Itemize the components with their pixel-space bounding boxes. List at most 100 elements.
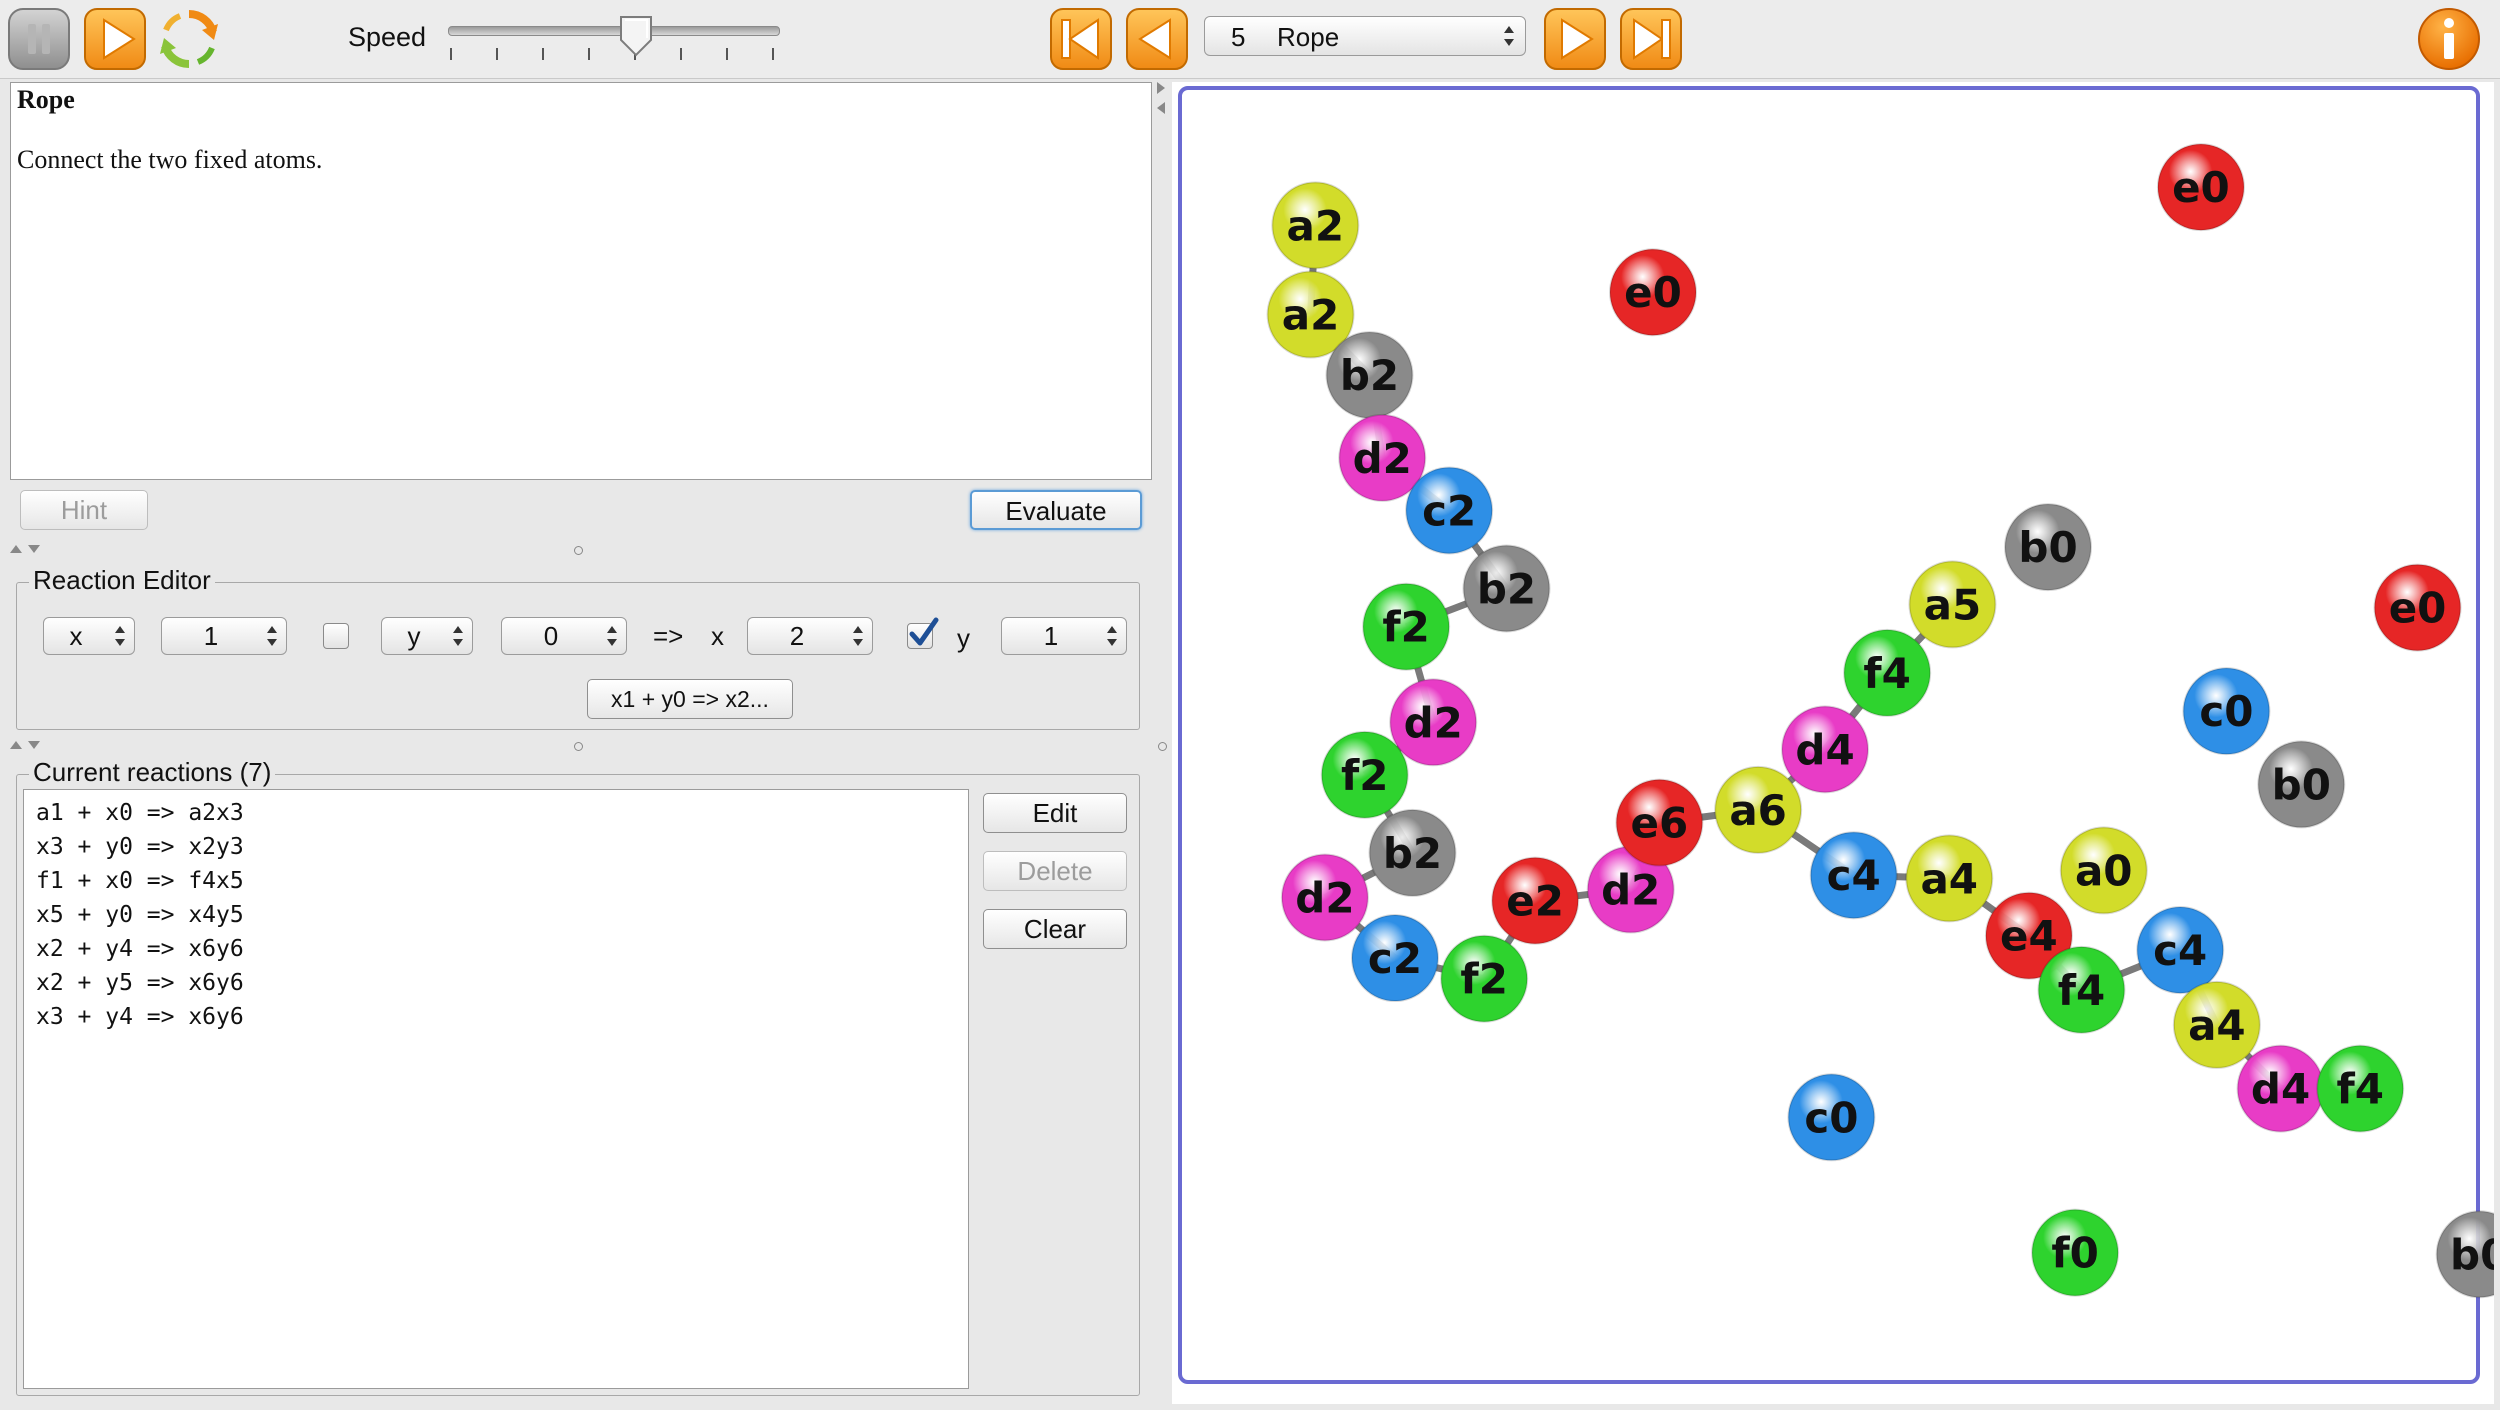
atom-a4[interactable]: a4: [2172, 980, 2261, 1069]
atom-b2[interactable]: b2: [1368, 808, 1457, 897]
slider-tick: [542, 48, 544, 60]
divider-grip-icon: [1158, 742, 1167, 751]
reaction-list[interactable]: a1 + x0 => a2x3 x3 + y0 => x2y3 f1 + x0 =>…: [23, 789, 969, 1389]
collapse-down-icon[interactable]: [28, 741, 40, 749]
atom-b2[interactable]: b2: [1462, 544, 1551, 633]
first-level-icon: [1050, 8, 1112, 70]
atom-c0[interactable]: c0: [1787, 1073, 1876, 1162]
atom-e0[interactable]: e0: [2373, 563, 2462, 652]
atom-a2[interactable]: a2: [1271, 181, 1360, 270]
simulation-canvas[interactable]: a2a2b2d2c2b2f2d2f2b2d2c2 f2e2 d2e6 a6d4f4a5…: [1172, 82, 2494, 1404]
slider-tick: [588, 48, 590, 60]
level-name: Rope: [1277, 22, 1340, 52]
atom-d2[interactable]: d2: [1280, 853, 1369, 942]
challenge-description: Connect the two fixed atoms.: [17, 145, 323, 174]
atom-a4[interactable]: a4: [1905, 834, 1994, 923]
atom-f2[interactable]: f2: [1440, 934, 1529, 1023]
reaction-list-item[interactable]: a1 + x0 => a2x3: [36, 796, 244, 830]
atom-label: c2: [1422, 486, 1476, 535]
atom-label: b0: [2450, 1230, 2494, 1279]
atom-a0[interactable]: a0: [2059, 826, 2148, 915]
speed-label: Speed: [348, 22, 427, 52]
collapse-down-icon[interactable]: [28, 545, 40, 553]
atom-label: a0: [2075, 846, 2133, 895]
atom-c4[interactable]: c4: [2136, 906, 2225, 995]
collapse-right-icon[interactable]: [1157, 82, 1165, 94]
next-level-button[interactable]: [1542, 6, 1608, 72]
reaction-list-item[interactable]: x5 + y0 => x4y5: [36, 898, 244, 932]
add-reaction-button[interactable]: x1 + y0 => x2...: [587, 679, 793, 719]
product-a-state-select[interactable]: 2: [747, 617, 873, 655]
reset-button[interactable]: [156, 6, 222, 72]
delete-button[interactable]: Delete: [983, 851, 1127, 891]
atom-f4[interactable]: f4: [2316, 1044, 2405, 1133]
atom-d4[interactable]: d4: [1781, 705, 1870, 794]
reactant-b-type-select[interactable]: y: [381, 617, 473, 655]
pause-button[interactable]: [6, 6, 72, 72]
previous-level-icon: [1126, 8, 1188, 70]
last-level-button[interactable]: [1618, 6, 1684, 72]
atom-d4[interactable]: d4: [2236, 1044, 2325, 1133]
reaction-list-item[interactable]: x3 + y4 => x6y6: [36, 1000, 244, 1034]
reaction-list-item[interactable]: f1 + x0 => f4x5: [36, 864, 244, 898]
speed-slider-thumb[interactable]: [617, 14, 655, 58]
atom-f2[interactable]: f2: [1362, 582, 1451, 671]
collapse-up-icon[interactable]: [10, 545, 22, 553]
atom-a5[interactable]: a5: [1908, 560, 1997, 649]
atom-label: f4: [1863, 649, 1911, 698]
first-level-button[interactable]: [1048, 6, 1114, 72]
reactant-a-type-select[interactable]: x: [43, 617, 135, 655]
vertical-split-divider[interactable]: [1152, 82, 1172, 1404]
reactant-bond-checkbox[interactable]: [323, 623, 349, 649]
atom-f0[interactable]: f0: [2031, 1208, 2120, 1297]
atom-f2[interactable]: f2: [1320, 730, 1409, 819]
level-select[interactable]: 5 Rope: [1204, 16, 1526, 56]
evaluate-button[interactable]: Evaluate: [970, 490, 1142, 530]
atom-b0[interactable]: b0: [2004, 503, 2093, 592]
atom-label: e4: [2000, 912, 2058, 961]
atom-d2[interactable]: d2: [1389, 678, 1478, 767]
split-divider-1[interactable]: [6, 542, 1152, 556]
previous-level-button[interactable]: [1124, 6, 1190, 72]
atom-label: d2: [1295, 873, 1354, 922]
speed-slider[interactable]: [448, 14, 780, 64]
atom-label: e0: [2172, 163, 2230, 212]
reaction-list-item[interactable]: x2 + y5 => x6y6: [36, 966, 244, 1000]
hint-button[interactable]: Hint: [20, 490, 148, 530]
collapse-left-icon[interactable]: [1157, 102, 1165, 114]
atom-e6[interactable]: e6: [1615, 778, 1704, 867]
split-divider-2[interactable]: [6, 738, 1152, 752]
atom-e2[interactable]: e2: [1491, 856, 1580, 945]
atom-b0[interactable]: b0: [2257, 740, 2346, 829]
edit-button[interactable]: Edit: [983, 793, 1127, 833]
atom-f4[interactable]: f4: [2037, 945, 2126, 1034]
atom-label: b0: [2018, 523, 2077, 572]
product-b-state-value: 1: [1043, 621, 1059, 651]
atom-c2[interactable]: c2: [1350, 914, 1439, 1003]
atom-e0[interactable]: e0: [2156, 143, 2245, 232]
reactant-b-state-select[interactable]: 0: [501, 617, 627, 655]
atom-c0[interactable]: c0: [2182, 667, 2271, 756]
atom-label: a6: [1729, 786, 1787, 835]
reaction-list-item[interactable]: x3 + y0 => x2y3: [36, 830, 244, 864]
atom-b2[interactable]: b2: [1325, 331, 1414, 420]
reaction-list-item[interactable]: x2 + y4 => x6y6: [36, 932, 244, 966]
info-button[interactable]: [2416, 6, 2482, 72]
atom-label: d2: [1601, 866, 1660, 915]
atom-f4[interactable]: f4: [1843, 628, 1932, 717]
atom-a6[interactable]: a6: [1714, 765, 1803, 854]
atom-c2[interactable]: c2: [1405, 466, 1494, 555]
play-button[interactable]: [82, 6, 148, 72]
reactant-b-state-value: 0: [543, 621, 559, 651]
product-bond-checkbox[interactable]: [907, 617, 939, 649]
atom-c4[interactable]: c4: [1809, 831, 1898, 920]
product-b-state-select[interactable]: 1: [1001, 617, 1127, 655]
reactant-a-state-select[interactable]: 1: [161, 617, 287, 655]
collapse-up-icon[interactable]: [10, 741, 22, 749]
clear-button[interactable]: Clear: [983, 909, 1127, 949]
atom-e0[interactable]: e0: [1609, 248, 1698, 337]
atom-label: d4: [1795, 725, 1854, 774]
reactant-b-type-value: y: [407, 621, 421, 651]
challenge-title: Rope: [17, 85, 75, 114]
play-icon: [84, 8, 146, 70]
